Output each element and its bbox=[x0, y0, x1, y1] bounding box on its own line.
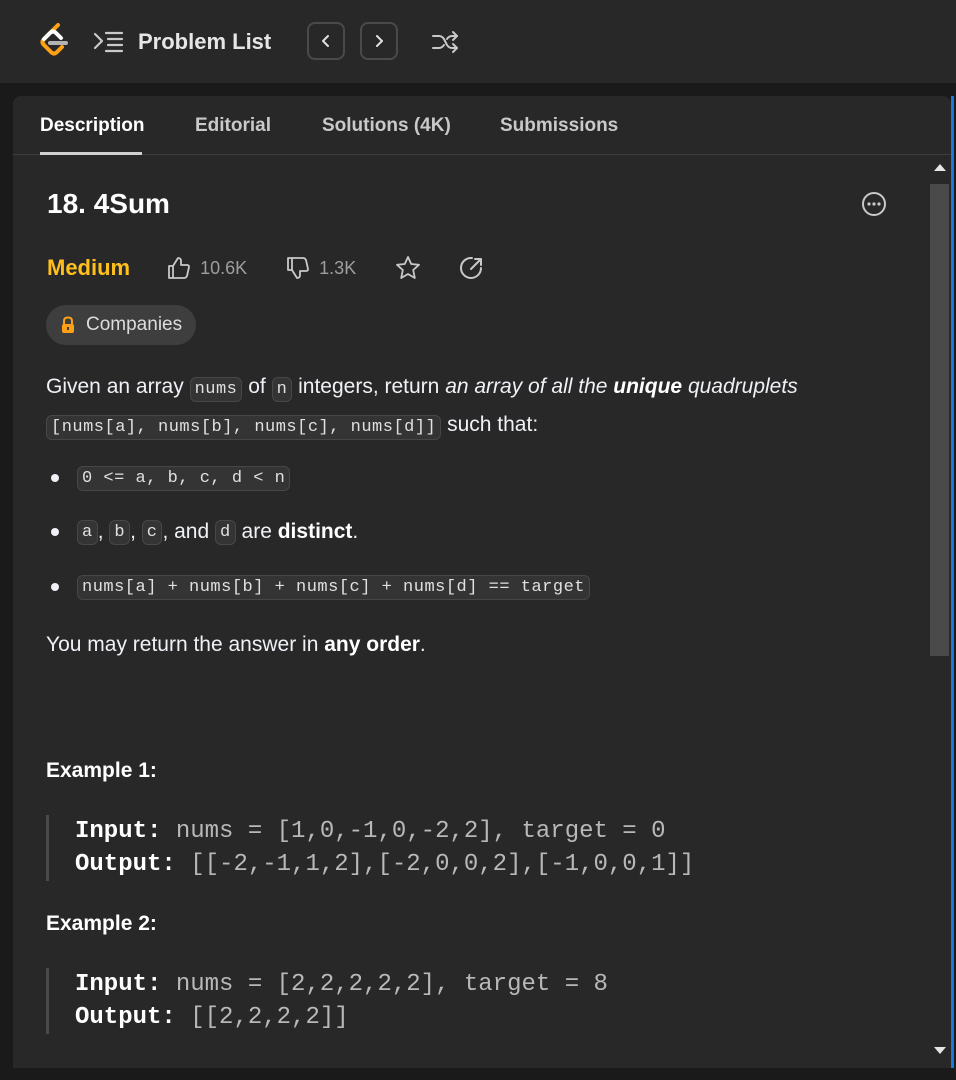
problem-content: 18. 4Sum Medium 10.6K 1.3K Companies Giv… bbox=[13, 156, 928, 1068]
list-item: a, b, c, and d are distinct. bbox=[46, 515, 358, 549]
like-button[interactable]: 10.6K bbox=[166, 255, 247, 281]
list-text: , bbox=[97, 520, 110, 543]
share-button[interactable] bbox=[458, 254, 486, 282]
problem-meta-row: Medium 10.6K 1.3K bbox=[47, 248, 486, 288]
list-text: , and bbox=[162, 520, 215, 543]
star-icon bbox=[396, 256, 421, 279]
companies-label: Companies bbox=[86, 314, 183, 335]
thumbs-up-icon bbox=[168, 257, 191, 279]
inline-code: a bbox=[77, 519, 98, 545]
inline-code: nums bbox=[189, 377, 243, 402]
dislike-count: 1.3K bbox=[319, 257, 357, 278]
problem-list-button[interactable]: Problem List bbox=[92, 26, 271, 58]
desc-text: of bbox=[242, 375, 272, 398]
inline-code: d bbox=[215, 519, 236, 545]
tab-solutions[interactable]: Solutions (4K) bbox=[322, 115, 451, 137]
chevron-left-icon bbox=[322, 35, 329, 47]
inline-code: n bbox=[271, 377, 293, 402]
desc-text: Given an array bbox=[46, 375, 190, 398]
favorite-button[interactable] bbox=[394, 254, 422, 282]
inline-code: b bbox=[109, 519, 131, 545]
active-tab-indicator bbox=[40, 152, 142, 155]
example-1-heading: Example 1: bbox=[46, 759, 157, 782]
like-count: 10.6K bbox=[200, 257, 248, 278]
desc-strong: unique bbox=[613, 375, 683, 398]
list-menu-icon bbox=[93, 31, 124, 53]
more-options-icon[interactable] bbox=[860, 190, 888, 218]
difficulty-badge: Medium bbox=[47, 255, 131, 280]
scroll-down-arrow-icon[interactable] bbox=[934, 1047, 946, 1054]
dislike-button[interactable]: 1.3K bbox=[285, 255, 356, 281]
list-text: . bbox=[352, 520, 359, 543]
desc-text: You may return the answer in bbox=[46, 633, 325, 656]
input-value: nums = [2,2,2,2,2], target = 8 bbox=[161, 971, 608, 998]
output-value: [[-2,-1,1,2],[-2,0,0,2],[-1,0,0,1]] bbox=[175, 851, 695, 878]
desc-text: . bbox=[419, 633, 426, 656]
example-2-heading: Example 2: bbox=[46, 912, 157, 935]
shuffle-icon[interactable] bbox=[430, 28, 460, 56]
desc-text: integers, return bbox=[292, 375, 446, 398]
companies-tag[interactable]: Companies bbox=[46, 305, 197, 345]
share-icon bbox=[460, 256, 483, 279]
next-problem-button[interactable] bbox=[360, 22, 398, 60]
bullet-dot bbox=[51, 474, 59, 482]
vertical-scrollbar[interactable] bbox=[928, 156, 951, 1068]
previous-problem-button[interactable] bbox=[307, 22, 345, 60]
input-label: Input: bbox=[75, 971, 162, 998]
bullet-dot bbox=[51, 583, 59, 591]
list-item: nums[a] + nums[b] + nums[c] + nums[d] ==… bbox=[46, 570, 590, 604]
inline-code: nums[a] + nums[b] + nums[c] + nums[d] ==… bbox=[77, 574, 590, 600]
example-1-block: Input: nums = [1,0,-1,0,-2,2], target = … bbox=[46, 815, 746, 881]
top-navbar: Problem List bbox=[0, 0, 956, 83]
example-2-block: Input: nums = [2,2,2,2,2], target = 8 Ou… bbox=[46, 968, 746, 1034]
list-text: , bbox=[130, 520, 142, 543]
list-strong: distinct bbox=[277, 520, 353, 543]
problem-list-label: Problem List bbox=[138, 29, 272, 54]
description-panel: Description Editorial Solutions (4K) Sub… bbox=[13, 96, 951, 1068]
desc-emphasis: quadruplets bbox=[682, 375, 798, 398]
list-text: are bbox=[235, 520, 278, 543]
inline-code: c bbox=[141, 519, 163, 545]
scrollbar-thumb[interactable] bbox=[930, 184, 949, 656]
inline-code: 0 <= a, b, c, d < n bbox=[77, 465, 291, 491]
tab-submissions[interactable]: Submissions bbox=[500, 115, 618, 137]
input-value: nums = [1,0,-1,0,-2,2], target = 0 bbox=[161, 818, 666, 845]
list-item: 0 <= a, b, c, d < n bbox=[46, 461, 291, 495]
tab-description[interactable]: Description bbox=[40, 115, 145, 137]
output-label: Output: bbox=[75, 1004, 176, 1031]
bullet-dot bbox=[51, 528, 59, 536]
tab-editorial[interactable]: Editorial bbox=[195, 115, 271, 137]
order-note: You may return the answer in any order. bbox=[46, 633, 426, 657]
thumbs-down-icon bbox=[287, 257, 310, 279]
inline-code: [nums[a], nums[b], nums[c], nums[d]] bbox=[46, 415, 442, 440]
lock-icon bbox=[62, 316, 74, 333]
leetcode-logo-icon[interactable] bbox=[36, 22, 72, 60]
desc-text: such that: bbox=[441, 413, 539, 436]
output-value: [[2,2,2,2]] bbox=[175, 1004, 349, 1031]
chevron-right-icon bbox=[376, 35, 383, 47]
desc-strong: any order bbox=[324, 633, 420, 656]
desc-emphasis: an array of all the bbox=[445, 375, 614, 398]
scroll-up-arrow-icon[interactable] bbox=[934, 164, 946, 171]
problem-description: Given an array nums of n integers, retur… bbox=[46, 369, 896, 445]
problem-title: 18. 4Sum bbox=[47, 188, 170, 219]
panel-resize-edge[interactable] bbox=[951, 96, 954, 1068]
output-label: Output: bbox=[75, 851, 176, 878]
input-label: Input: bbox=[75, 818, 162, 845]
panel-tabs: Description Editorial Solutions (4K) Sub… bbox=[13, 96, 951, 155]
